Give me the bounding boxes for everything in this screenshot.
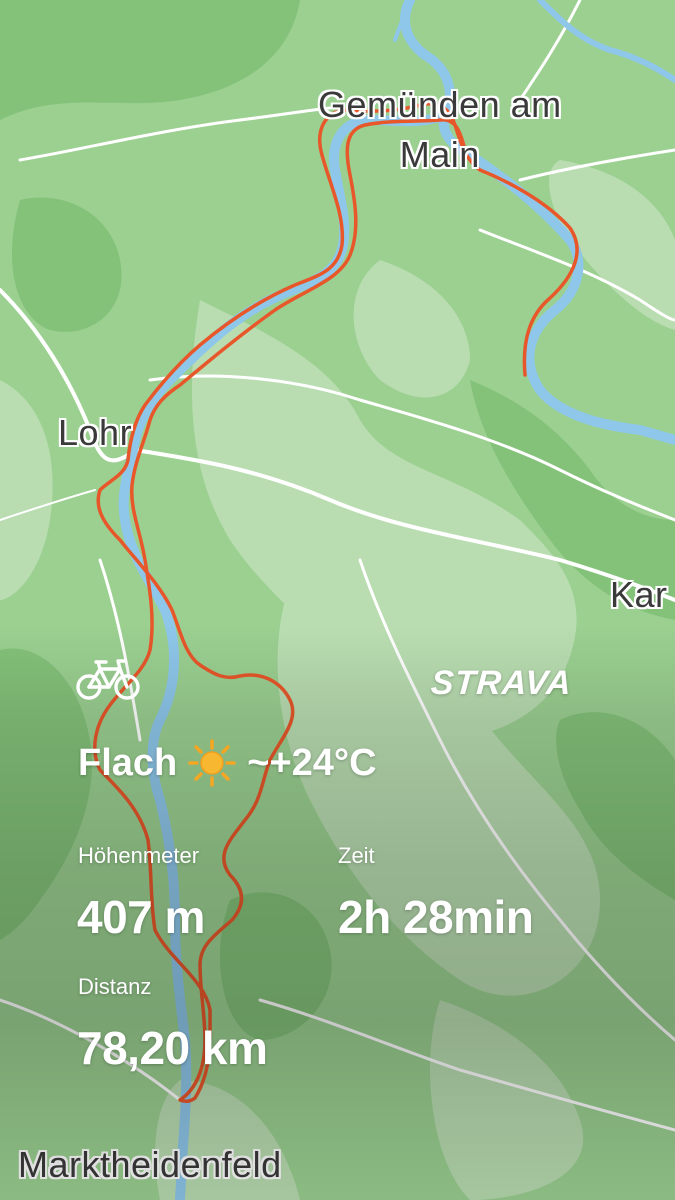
map-label-marktheidenfeld: Marktheidenfeld	[18, 1144, 282, 1185]
route-map[interactable]	[0, 0, 675, 1200]
elevation-value: 407 m	[77, 891, 205, 943]
map-label-karlstadt: Kar	[610, 574, 668, 615]
distance-label: Distanz	[78, 974, 152, 999]
time-value: 2h 28min	[338, 891, 534, 943]
terrain-text: Flach	[78, 741, 178, 784]
conditions-row: Flach ~+24°C	[78, 738, 377, 788]
map-label-gemuenden-line2: Main	[399, 134, 480, 175]
bicycle-icon	[76, 656, 140, 702]
distance-value: 78,20 km	[77, 1022, 268, 1074]
temperature-text: ~+24°C	[247, 741, 377, 784]
elevation-label: Höhenmeter	[78, 843, 200, 868]
sun-icon	[187, 738, 237, 788]
map-label-lohr: Lohr	[58, 412, 133, 453]
map-label-gemuenden: Gemünden am Main	[318, 80, 562, 180]
activity-share-screen: Gemünden am Main Lohr Kar Marktheidenfel…	[0, 0, 675, 1200]
strava-logo: STRAVA	[429, 664, 574, 702]
time-label: Zeit	[338, 843, 375, 868]
map-label-gemuenden-line1: Gemünden am	[318, 84, 562, 125]
